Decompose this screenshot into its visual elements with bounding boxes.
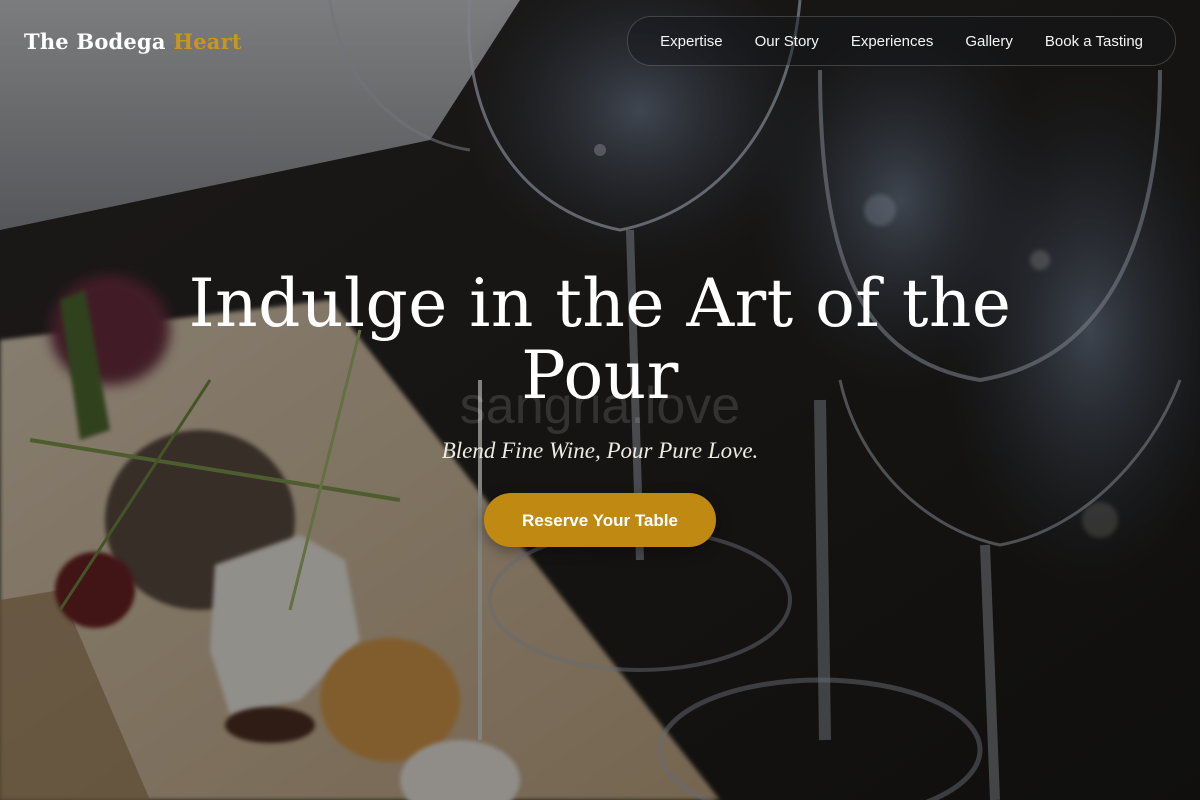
nav-item-our-story[interactable]: Our Story	[739, 33, 835, 50]
hero-headline: Indulge in the Art of the Pour	[188, 265, 1012, 414]
brand-name-accent: Heart	[173, 28, 242, 54]
nav-item-book-a-tasting[interactable]: Book a Tasting	[1029, 33, 1159, 50]
nav-item-gallery[interactable]: Gallery	[949, 33, 1029, 50]
brand-name-main: The Bodega	[24, 28, 166, 54]
nav-item-experiences[interactable]: Experiences	[835, 33, 950, 50]
site-header: The Bodega Heart Expertise Our Story Exp…	[24, 16, 1176, 66]
main-nav: Expertise Our Story Experiences Gallery …	[627, 16, 1176, 66]
hero-content: sangria.love Indulge in the Art of the P…	[100, 268, 1100, 547]
hero-tagline: Blend Fine Wine, Pour Pure Love.	[441, 438, 759, 463]
nav-item-expertise[interactable]: Expertise	[644, 33, 739, 50]
reserve-table-button[interactable]: Reserve Your Table	[484, 493, 716, 547]
brand-logo[interactable]: The Bodega Heart	[24, 29, 242, 54]
hero-section: The Bodega Heart Expertise Our Story Exp…	[0, 0, 1200, 800]
